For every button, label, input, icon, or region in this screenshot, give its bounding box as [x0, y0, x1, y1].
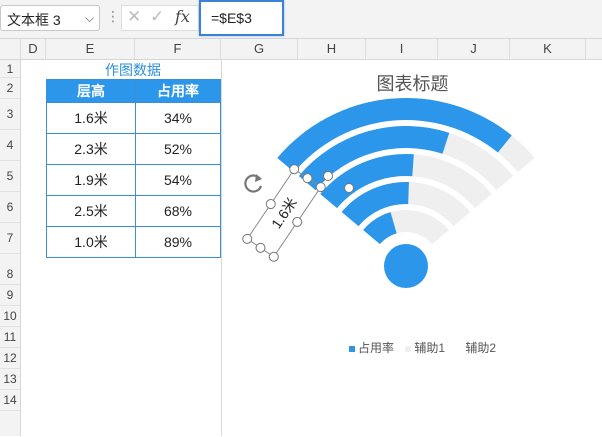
legend-label: 占用率: [358, 341, 395, 355]
cancel-icon[interactable]: ✕: [127, 7, 141, 27]
row-header[interactable]: 14: [0, 390, 20, 411]
table-cell[interactable]: 52%: [135, 133, 221, 165]
legend-label: 辅助1: [414, 341, 446, 355]
row-header[interactable]: 9: [0, 285, 20, 306]
legend-label: 辅助2: [465, 341, 497, 355]
legend-swatch: [405, 345, 412, 352]
column-header[interactable]: G: [221, 39, 298, 59]
column-header[interactable]: K: [510, 39, 586, 59]
legend-swatch: [456, 345, 463, 352]
row-header[interactable]: 3: [0, 99, 20, 130]
row-header[interactable]: 6: [0, 192, 20, 223]
center-dot: [384, 244, 428, 288]
more-options-icon[interactable]: ⋮: [106, 8, 120, 25]
chart-area[interactable]: 图表标题 1.6米 占用率 辅助1 辅助2: [221, 59, 602, 436]
row-header[interactable]: 13: [0, 369, 20, 390]
table-cell[interactable]: 2.5米: [46, 195, 136, 227]
select-all-corner[interactable]: [0, 39, 21, 59]
name-box[interactable]: 文本框 3 ⌵: [0, 5, 100, 31]
table-row: 1.0米 89%: [46, 226, 221, 258]
table-cell[interactable]: 1.9米: [46, 164, 136, 196]
row-header[interactable]: 12: [0, 348, 20, 369]
table-header-cell[interactable]: 占用率: [135, 79, 221, 103]
confirm-icon[interactable]: ✓: [150, 7, 164, 27]
table-row: 2.3米 52%: [46, 133, 221, 165]
resize-handle[interactable]: [241, 233, 253, 245]
column-header-bar: D E F G H I J K: [0, 39, 602, 60]
legend-item[interactable]: 占用率: [349, 339, 394, 356]
row-header[interactable]: 10: [0, 306, 20, 327]
arc-bar[interactable]: [363, 212, 397, 245]
table-cell[interactable]: 1.0米: [46, 226, 136, 258]
table-cell[interactable]: 54%: [135, 164, 221, 196]
table-row: 1.9米 54%: [46, 164, 221, 196]
column-header[interactable]: F: [135, 39, 221, 59]
row-header[interactable]: 2: [0, 78, 20, 99]
column-header[interactable]: D: [21, 39, 46, 59]
table-title[interactable]: 作图数据: [46, 60, 220, 78]
row-header[interactable]: 4: [0, 130, 20, 161]
resize-handle[interactable]: [254, 242, 266, 254]
column-header[interactable]: I: [366, 39, 438, 59]
formula-text: =$E$3: [211, 10, 252, 26]
row-header[interactable]: 7: [0, 223, 20, 254]
column-header[interactable]: J: [438, 39, 510, 59]
chart-plot[interactable]: 1.6米: [222, 60, 602, 437]
selection-handle[interactable]: [323, 171, 333, 181]
name-box-value: 文本框 3: [7, 12, 61, 28]
legend-item[interactable]: 辅助1: [405, 339, 445, 356]
row-header[interactable]: 8: [0, 264, 20, 285]
table-cell[interactable]: 68%: [135, 195, 221, 227]
column-header[interactable]: E: [46, 39, 135, 59]
formula-input[interactable]: =$E$3: [199, 0, 284, 36]
arc-group: [277, 97, 535, 245]
formula-bar: 文本框 3 ⌵ ⋮ ✕ ✓ fx =$E$3: [0, 0, 602, 39]
column-header[interactable]: H: [298, 39, 366, 59]
resize-handle[interactable]: [264, 198, 276, 210]
row-header[interactable]: 11: [0, 327, 20, 348]
resize-handle[interactable]: [268, 251, 280, 263]
row-header[interactable]: 1: [0, 60, 20, 78]
chart-legend[interactable]: 占用率 辅助1 辅助2: [349, 339, 504, 356]
row-header[interactable]: 5: [0, 161, 20, 192]
table-row: 2.5米 68%: [46, 195, 221, 227]
chevron-down-icon[interactable]: ⌵: [85, 11, 94, 26]
table-cell[interactable]: 89%: [135, 226, 221, 258]
rotate-icon[interactable]: [244, 174, 263, 193]
legend-swatch: [349, 345, 355, 352]
table-cell[interactable]: 2.3米: [46, 133, 136, 165]
table-cell[interactable]: 1.6米: [46, 102, 136, 134]
table-row: 1.6米 34%: [46, 102, 221, 134]
data-table: 层高 占用率 1.6米 34% 2.3米 52% 1.9米 54% 2.5米 6…: [46, 79, 221, 258]
row-header-bar: 1 2 3 4 5 6 7 8 9 10 11 12 13 14: [0, 60, 21, 436]
table-header-cell[interactable]: 层高: [46, 79, 136, 103]
resize-handle[interactable]: [291, 216, 303, 228]
table-cell[interactable]: 34%: [135, 102, 221, 134]
selection-handle[interactable]: [344, 183, 354, 193]
insert-function-icon[interactable]: fx: [175, 7, 190, 26]
legend-item[interactable]: 辅助2: [456, 339, 496, 356]
